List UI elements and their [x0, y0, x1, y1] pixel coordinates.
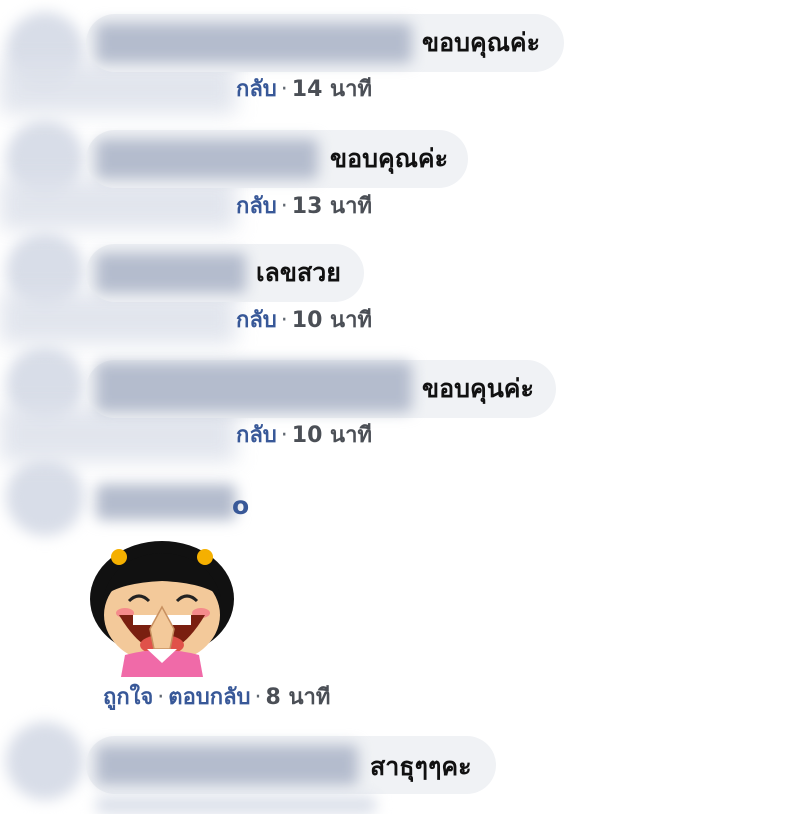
separator-dot: ·	[157, 685, 165, 710]
reply-link[interactable]: ตอบกลับ	[168, 685, 250, 710]
separator-dot: ·	[280, 423, 288, 448]
sticker-comment-meta: ถูกใจ · ตอบกลับ · 8 นาที	[103, 684, 330, 712]
comment-text: สาธุๆๆคะ	[370, 752, 472, 781]
avatar[interactable]	[6, 722, 84, 800]
commenter-name[interactable]	[96, 139, 318, 179]
commenter-name[interactable]	[96, 484, 236, 520]
reply-link[interactable]: กลับ	[236, 194, 277, 219]
commenter-name[interactable]	[96, 745, 358, 785]
commenter-name[interactable]	[96, 362, 412, 412]
separator-dot: ·	[280, 308, 288, 333]
comment-text: ขอบคุณค่ะ	[330, 144, 449, 173]
reply-link[interactable]: กลับ	[236, 308, 277, 333]
cartoon-girl-sticker-icon	[90, 541, 234, 677]
separator-dot: ·	[280, 194, 288, 219]
reply-link[interactable]: กลับ	[236, 423, 277, 448]
comment-time[interactable]: 10 นาที	[292, 308, 372, 333]
commenter-name-fragment[interactable]: o	[232, 491, 249, 521]
comment-meta: กลับ · 14 นาที	[236, 76, 372, 104]
comment-time[interactable]: 13 นาที	[292, 194, 372, 219]
separator-dot: ·	[254, 685, 262, 710]
separator-dot: ·	[280, 77, 288, 102]
comment-text: ขอบคุณค่ะ	[422, 28, 541, 57]
commenter-name[interactable]	[96, 23, 412, 63]
like-link[interactable]: ถูกใจ	[103, 685, 153, 710]
blurred-region	[96, 796, 376, 814]
comment-text: ขอบคุนค่ะ	[422, 374, 534, 403]
comment-meta: กลับ · 10 นาที	[236, 307, 372, 335]
comment-meta: กลับ · 10 นาที	[236, 422, 372, 450]
reply-link[interactable]: กลับ	[236, 77, 277, 102]
comment-meta: กลับ · 13 นาที	[236, 193, 372, 221]
avatar[interactable]	[6, 458, 84, 536]
comment-time[interactable]: 8 นาที	[266, 685, 331, 710]
comment-text: เลขสวย	[256, 258, 341, 287]
comment-time[interactable]: 10 นาที	[292, 423, 372, 448]
commenter-name[interactable]	[96, 253, 246, 293]
comment-time[interactable]: 14 นาที	[292, 77, 372, 102]
